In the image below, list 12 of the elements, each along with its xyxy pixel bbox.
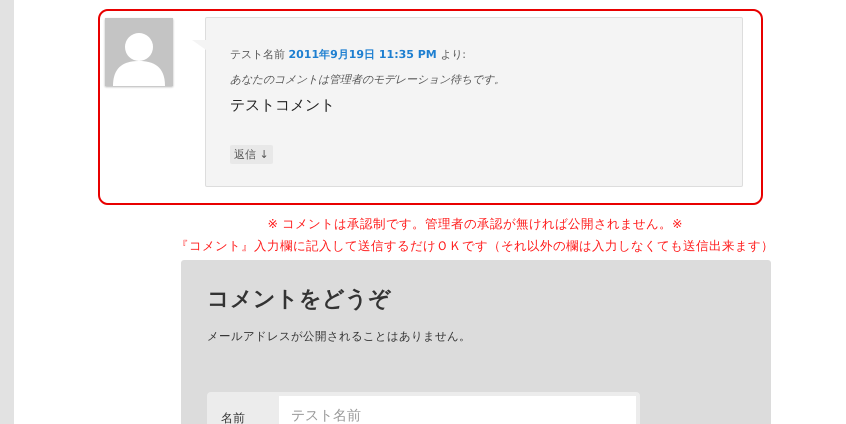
moderation-note: あなたのコメントは管理者のモデレーション待ちです。	[230, 72, 506, 87]
comment-meta: テスト名前 2011年9月19日 11:35 PM より:	[230, 47, 467, 63]
field-label: 名前	[220, 410, 246, 424]
notice-text: 『コメント』入力欄に記入して送信するだけＯＫです（それ以外の欄は入力しなくても送信出来ます）	[175, 237, 775, 255]
form-title: コメントをどうぞ	[207, 286, 392, 314]
avatar-icon	[105, 18, 173, 86]
comment-date-link[interactable]: 2011年9月19日 11:35 PM	[288, 48, 437, 61]
reply-button[interactable]: 返信 ↓	[230, 145, 273, 164]
name-input-field[interactable]: テスト名前	[279, 396, 636, 424]
notice-text: ※ コメントは承認制です。管理者の承認が無ければ公開されません。※	[266, 215, 684, 233]
comment-text: テストコメント	[230, 96, 336, 115]
form-note: メールアドレスが公開されることはありません。	[207, 329, 472, 344]
